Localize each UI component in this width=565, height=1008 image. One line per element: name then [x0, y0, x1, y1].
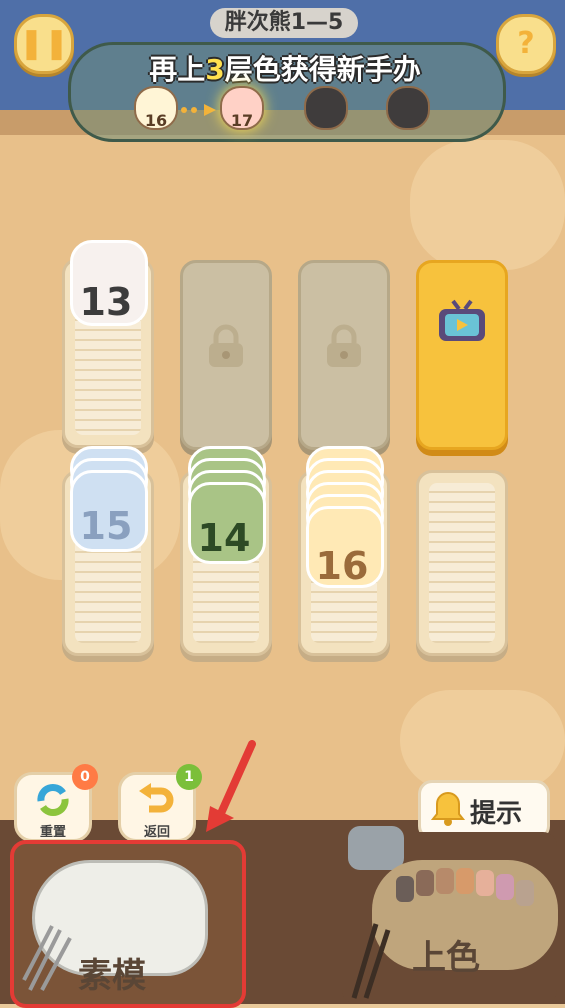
- bell-icon: [430, 791, 466, 826]
- paintbrush-icon: [351, 923, 391, 999]
- help-icon: ?: [517, 26, 535, 61]
- goal-step-4: [386, 86, 430, 130]
- bear-number: 14: [197, 516, 251, 560]
- sketch-mode-label: 素模: [78, 956, 146, 996]
- pause-button[interactable]: ❚❚: [14, 14, 74, 74]
- undo-label: 返回: [143, 825, 170, 840]
- goal-step-2: 17: [220, 86, 264, 130]
- undo-icon: [139, 783, 174, 813]
- lock-icon: [209, 324, 243, 367]
- goal-step-1: 16: [134, 86, 178, 130]
- bear-number: 16: [315, 544, 369, 588]
- bear-number: 15: [79, 504, 133, 548]
- level-title: 胖次熊1—5: [210, 8, 358, 38]
- video-unlock-column[interactable]: [416, 260, 508, 450]
- help-button[interactable]: ?: [496, 14, 556, 74]
- goal-step-number: 16: [144, 111, 168, 130]
- bear-number: 13: [79, 280, 133, 324]
- reset-icon: [37, 784, 69, 816]
- goal-step-3: [304, 86, 348, 130]
- reset-label: 重置: [39, 825, 66, 840]
- goal-suffix: 层色获得新手办: [224, 53, 421, 86]
- pause-icon: ❚❚: [18, 26, 70, 61]
- tutorial-arrow-icon: [206, 740, 256, 832]
- goal-text: 再上3层色获得新手办: [90, 48, 480, 86]
- goal-count: 3: [205, 53, 225, 86]
- goal-prefix: 再上: [149, 53, 206, 86]
- color-mode-label: 上色: [412, 938, 480, 978]
- progress-arrow: [180, 101, 220, 116]
- carving-tools-icon: [22, 925, 72, 991]
- locked-column-2[interactable]: [180, 260, 272, 450]
- goal-step-number: 17: [230, 111, 254, 130]
- hint-label: 提示: [470, 799, 523, 829]
- lock-icon: [327, 324, 361, 367]
- column-4-empty[interactable]: [416, 470, 508, 656]
- locked-column-3[interactable]: [298, 260, 390, 450]
- undo-count-badge: 1: [176, 764, 202, 790]
- floor-patch: [400, 690, 565, 790]
- reset-count-badge: 0: [72, 764, 98, 790]
- floor-patch: [410, 140, 565, 270]
- tv-icon: [439, 299, 485, 341]
